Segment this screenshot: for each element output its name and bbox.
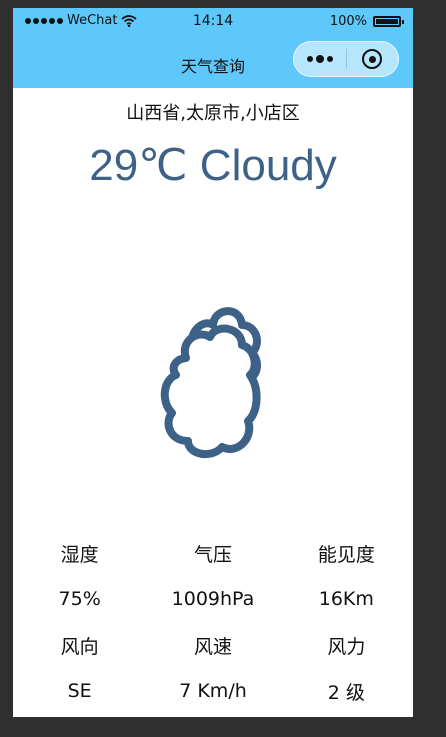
humidity-label: 湿度 — [60, 543, 99, 566]
wind-direction-label: 风向 — [60, 635, 99, 658]
humidity-value: 75% — [58, 588, 101, 610]
details-row: SE 7 Km/h 2 级 — [13, 668, 413, 714]
more-button[interactable] — [294, 42, 346, 76]
close-mini-program-button[interactable] — [347, 42, 399, 76]
visibility-value: 16Km — [318, 588, 374, 610]
wind-speed-label: 风速 — [193, 635, 232, 658]
visibility-label: 能见度 — [317, 543, 375, 566]
wind-force-value: 2 级 — [327, 681, 365, 704]
details-row: 湿度 气压 能见度 — [13, 530, 413, 576]
status-battery: 100% — [329, 14, 404, 29]
location-label: 山西省,太原市,小店区 — [126, 103, 300, 124]
top-bar: WeChat 14:14 100% 天气查询 — [13, 8, 413, 88]
more-icon — [306, 55, 333, 63]
weather-details-grid: 湿度 气压 能见度 75% 1009hPa 16Km 风向 风速 风力 SE 7… — [13, 530, 413, 714]
mini-program-capsule — [293, 41, 399, 77]
wind-speed-value: 7 Km/h — [179, 680, 247, 702]
pressure-value: 1009hPa — [171, 588, 255, 610]
wind-force-label: 风力 — [327, 635, 366, 658]
pressure-label: 气压 — [193, 543, 232, 566]
battery-label: 100% — [329, 14, 367, 29]
details-row: 风向 风速 风力 — [13, 622, 413, 668]
cloudy-icon — [160, 307, 262, 459]
battery-icon — [373, 16, 404, 27]
wind-direction-value: SE — [67, 680, 92, 702]
target-icon — [362, 49, 383, 69]
phone-screen: WeChat 14:14 100% 天气查询 山西省,太原市,小店区 29℃ C… — [13, 8, 413, 717]
details-row: 75% 1009hPa 16Km — [13, 576, 413, 622]
temperature-condition: 29℃ Cloudy — [89, 141, 337, 190]
